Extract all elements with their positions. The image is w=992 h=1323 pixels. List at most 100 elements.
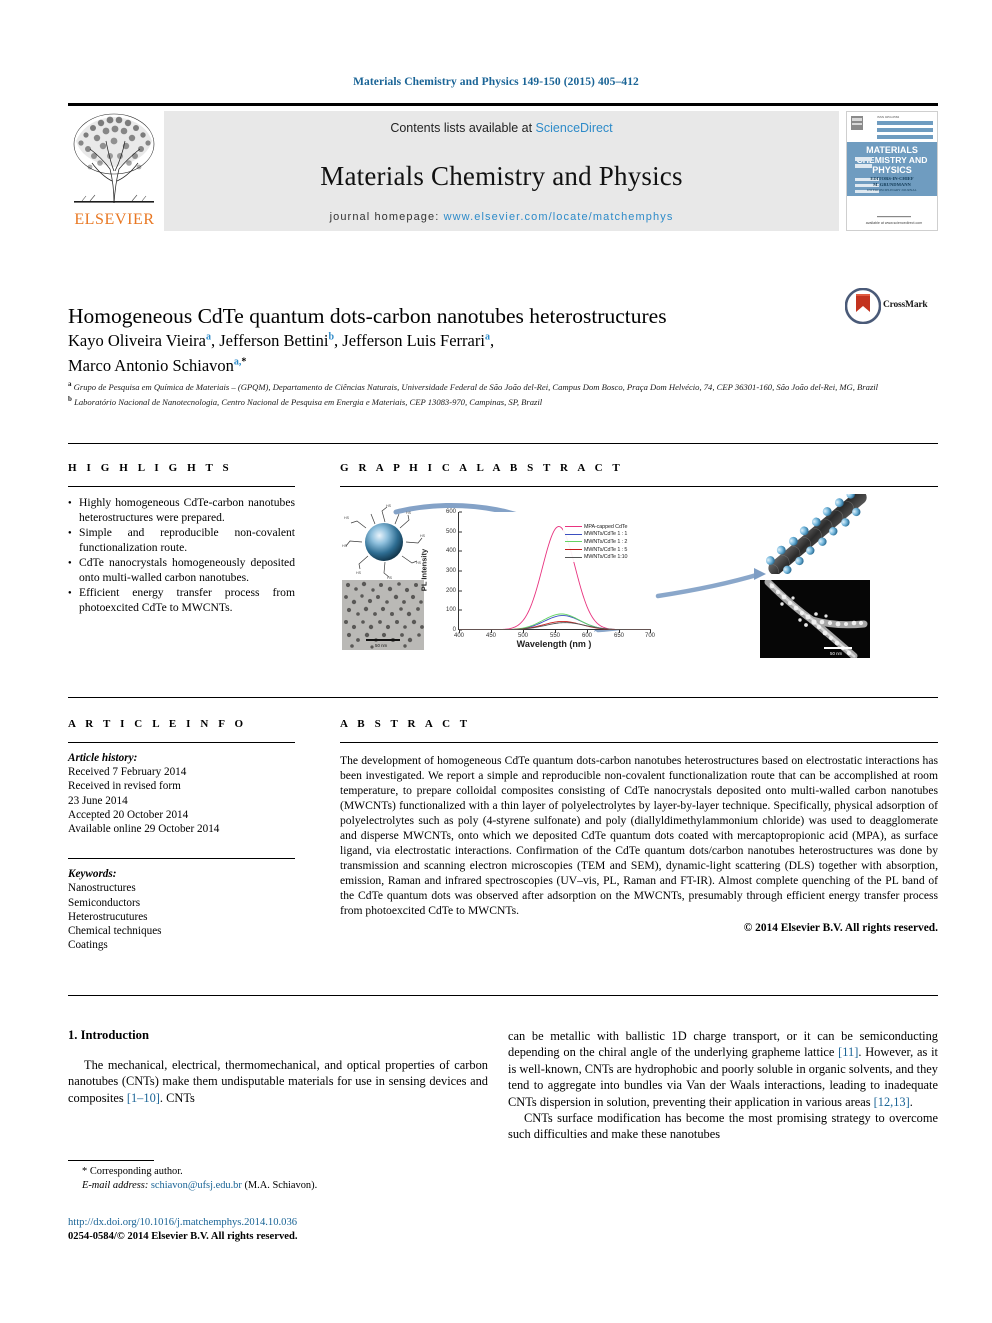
divider-top-highlights [68,443,938,444]
article-history: Article history: Received 7 February 201… [68,751,295,836]
elsevier-logo: ELSEVIER [68,111,161,231]
journal-title: Materials Chemistry and Physics [320,160,683,191]
keyword-item: Coatings [68,939,108,952]
svg-text:HS: HS [342,544,348,548]
article-info-section: A R T I C L E I N F O Article history: R… [68,718,295,952]
graphical-abstract-heading: G R A P H I C A L A B S T R A C T [340,462,624,474]
abstract-heading: A B S T R A C T [340,718,471,730]
keyword-item: Nanostructures [68,882,136,895]
legend-entry: MWNTs/CdTe 1 : 1 [565,531,627,539]
history-item: Received 7 February 2014 [68,766,187,779]
contents-prefix: Contents lists available at [390,121,536,135]
keywords-block: Keywords: Nanostructures Semiconductors … [68,867,295,952]
highlights-rule [68,486,295,487]
y-tick: 500 [445,528,456,535]
keyword-item: Semiconductors [68,896,141,909]
author-1: Kayo Oliveira Vieiraa, [68,330,220,350]
affiliation-a: a Grupo de Pesquisa em Química de Materi… [68,380,879,392]
svg-text:HS: HS [406,511,412,515]
journal-cover-thumbnail: ISSN 0254-0584 MATERIALS CHEMISTRY AND P… [846,111,938,231]
list-item: Efficient energy transfer process from p… [68,586,295,615]
citation-ref[interactable]: [1–10] [127,1091,160,1105]
highlights-list: Highly homogeneous CdTe-carbon nanotubes… [68,496,295,615]
chart-series-line [459,615,651,630]
y-tick: 600 [445,509,456,515]
mwcnt-with-qd-icon [765,494,867,574]
sciencedirect-link[interactable]: ScienceDirect [536,121,613,135]
crossmark-label: CrossMark [883,300,928,310]
footnote-block: * Corresponding author. E-mail address: … [68,1165,488,1192]
chart-plot-area: 0 100 200 300 400 500 600 400 450 500 55… [446,509,655,639]
legend-label: MPA-capped CdTe [584,523,628,530]
history-item: Available online 29 October 2014 [68,823,220,836]
abstract-section: A B S T R A C T The development of homog… [340,718,938,934]
issn-copyright: 0254-0584/© 2014 Elsevier B.V. All right… [68,1231,298,1242]
elsevier-wordmark: ELSEVIER [74,211,155,228]
legend-entry: MWNTs/CdTe 1 : 5 [565,546,627,554]
legend-label: MWNTs/CdTe 1 : 5 [584,546,628,553]
divider-bottom-abstract [68,995,938,996]
legend-label: MWNTs/CdTe 1 : 2 [584,538,628,545]
legend-entry: MWNTs/CdTe 1 : 2 [565,538,627,546]
introduction-column-left: 1. Introduction The mechanical, electric… [68,1028,488,1106]
svg-text:M. GRUNDMANN: M. GRUNDMANN [873,182,911,187]
journal-banner: Contents lists available at ScienceDirec… [164,111,839,231]
legend-swatch [565,533,582,535]
article-info-heading: A R T I C L E I N F O [68,718,247,730]
corresponding-author-note: * Corresponding author. [82,1166,183,1177]
cdte-quantum-dot-icon: HSHSHS HSHSHS HSHS [342,504,426,580]
pl-spectra-chart: 0 100 200 300 400 500 600 400 450 500 55… [420,506,658,658]
legend-entry: MPA-capped CdTe [565,523,627,531]
legend-swatch [565,556,582,558]
crossmark-icon [844,287,882,325]
svg-text:EDITORS-IN-CHIEF: EDITORS-IN-CHIEF [870,176,914,181]
history-item: 23 June 2014 [68,794,128,807]
history-item: Received in revised form [68,780,181,793]
paragraph: can be metallic with ballistic 1D charge… [508,1029,938,1109]
list-item: Highly homogeneous CdTe-carbon nanotubes… [68,496,295,525]
abstract-rule [340,742,938,743]
legend-swatch [565,541,582,543]
highlights-section: H I G H L I G H T S Highly homogeneous C… [68,462,295,616]
doi-link[interactable]: http://dx.doi.org/10.1016/j.matchemphys.… [68,1216,498,1230]
tem-image-heterostructure: 50 nm [760,580,870,658]
article-info-rule [68,742,295,743]
svg-text:MATERIALS: MATERIALS [866,145,918,155]
highlights-heading: H I G H L I G H T S [68,462,233,474]
y-tick: 200 [445,587,456,594]
legend-label: MWNTs/CdTe 1:10 [584,554,628,561]
email-link[interactable]: schiavon@ufsj.edu.br [151,1180,242,1191]
paragraph: CNTs surface modification has become the… [508,1111,938,1142]
crossmark-badge[interactable]: CrossMark [844,287,941,328]
svg-text:HS: HS [356,571,362,575]
abstract-copyright: © 2014 Elsevier B.V. All rights reserved… [743,922,938,934]
y-tick: 100 [445,607,456,614]
scale-bar-left [366,639,400,641]
author-2: Jefferson Bettinib, [219,330,343,350]
paper-page: Materials Chemistry and Physics 149-150 … [0,0,992,1323]
chart-y-axis-label: PL Intensity [419,548,429,592]
citation-ref[interactable]: [12,13] [874,1095,910,1109]
affiliation-list: a Grupo de Pesquisa em Química de Materi… [68,378,888,409]
keywords-label: Keywords: [68,868,117,881]
y-tick: 400 [445,548,456,555]
svg-text:INTERDISCIPLINARY JOURNAL: INTERDISCIPLINARY JOURNAL [867,188,917,192]
journal-homepage-line: journal homepage: www.elsevier.com/locat… [330,211,674,223]
keyword-item: Chemical techniques [68,925,162,938]
elsevier-tree-icon [73,113,155,204]
svg-text:ISSN 0254-0584: ISSN 0254-0584 [877,115,900,119]
scale-bar-right [824,647,852,649]
divider-top-abstract [68,697,938,698]
svg-text:HS: HS [386,504,392,508]
svg-text:PHYSICS: PHYSICS [872,165,912,175]
footnote-rule [68,1160,154,1161]
chart-legend: MPA-capped CdTe MWNTs/CdTe 1 : 1 MWNTs/CdT… [563,522,630,562]
chart-series-line [459,622,651,630]
quantum-dot-illustration: HS HS HS HS HS HS HS HS [342,502,428,580]
journal-masthead: ELSEVIER Contents lists available at Sci… [68,103,938,231]
paragraph: The mechanical, electrical, thermomechan… [68,1058,488,1105]
tem-heterostructure-micrograph [760,580,870,658]
homepage-url-link[interactable]: www.elsevier.com/locate/matchemphys [444,211,674,223]
journal-citation: Materials Chemistry and Physics 149-150 … [353,76,639,88]
citation-ref[interactable]: [11] [838,1045,858,1059]
